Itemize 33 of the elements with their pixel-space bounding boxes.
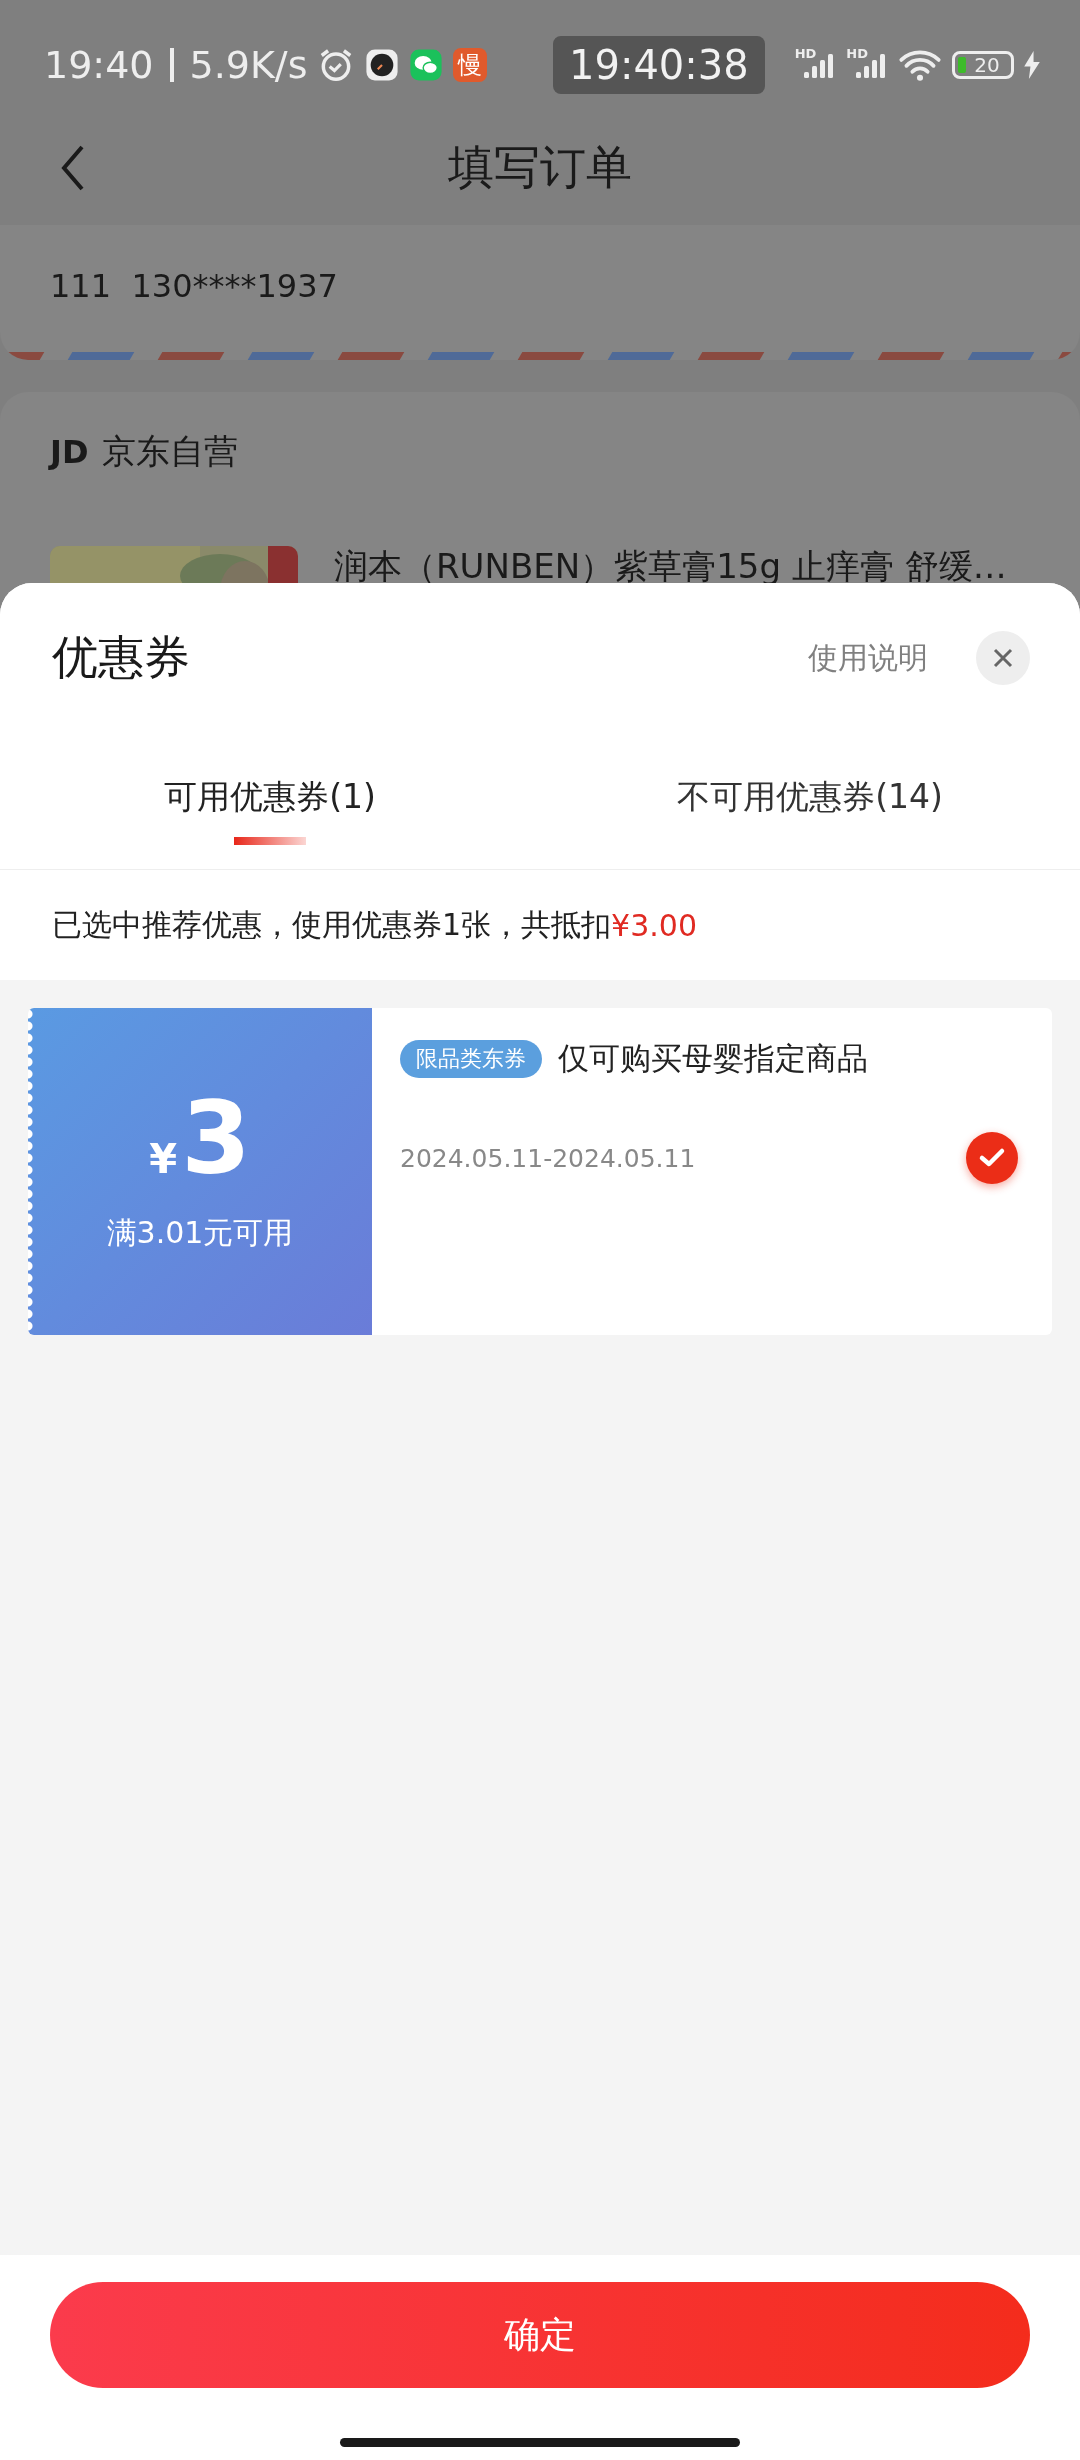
coupon-condition: 满3.01元可用 [106,1214,294,1252]
page-title: 填写订单 [448,138,632,196]
coupon-tab[interactable]: 可用优惠券(1) [0,775,540,819]
address-card[interactable]: 111 130****1937 [0,225,1080,360]
checkmark-icon [978,1147,1006,1169]
product-title: 润本（RUNBEN）紫草膏15g 止痒膏 舒缓… [334,546,1007,588]
sheet-title: 优惠券 [52,629,190,686]
usage-instructions-link[interactable]: 使用说明 [808,637,928,679]
coupon-description: 仅可购买母婴指定商品 [558,1039,868,1078]
coupon-amount: ¥3 [149,1089,251,1189]
clock-app-icon [365,48,400,82]
network-speed: 5.9K/s [189,43,308,87]
coupon-tab[interactable]: 不可用优惠券(14) [540,775,1080,819]
hd-label: HD [794,46,817,61]
close-button[interactable] [976,631,1030,685]
status-time: 19:40 [44,43,154,87]
coupon-validity: 2024.05.11-2024.05.11 [400,1143,696,1173]
recipient-contact: 111 130****1937 [50,267,339,305]
store-name: 京东自营 [102,430,239,473]
clock-time: 19:40:38 [553,36,765,94]
store-logo: JD [50,433,89,471]
tab-underline [234,837,306,845]
confirm-button[interactable]: 确定 [50,2282,1030,2388]
coupon-checkbox[interactable] [966,1132,1018,1184]
coupon-tag: 限品类东券 [400,1040,542,1078]
hd-label: HD [846,46,868,61]
discount-summary: 已选中推荐优惠，使用优惠券1张，共抵扣¥3.00 [0,870,1080,980]
wifi-icon [898,48,942,82]
battery-icon: 20 [952,51,1014,79]
coupon-card[interactable]: ¥3 满3.01元可用 限品类东券 仅可购买母婴指定商品 2024.05.11-2024.05.11 [28,1008,1052,1335]
close-icon [992,647,1014,669]
chat-app-icon [409,48,444,82]
app-icon: 慢 [453,48,488,82]
